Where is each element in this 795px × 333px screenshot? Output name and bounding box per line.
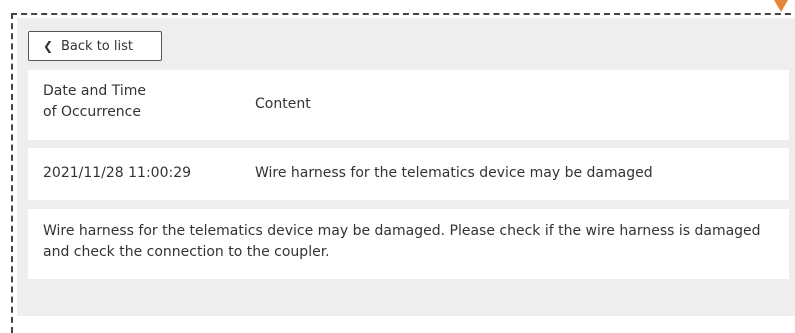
detail-description-box: Wire harness for the telematics device m… bbox=[28, 209, 789, 279]
back-button-label: Back to list bbox=[61, 38, 133, 54]
header-date-line-1: Date and Time bbox=[43, 83, 146, 99]
header-content: Content bbox=[255, 96, 311, 112]
triangle-down-icon bbox=[774, 0, 788, 12]
entry-content: Wire harness for the telematics device m… bbox=[255, 165, 653, 181]
back-to-list-button[interactable]: ❮ Back to list bbox=[28, 31, 162, 61]
detail-description-text: Wire harness for the telematics device m… bbox=[43, 223, 761, 260]
entry-datetime: 2021/11/28 11:00:29 bbox=[43, 165, 192, 181]
header-date-time: Date and Time of Occurrence bbox=[43, 81, 243, 123]
table-row: 2021/11/28 11:00:29 Wire harness for the… bbox=[28, 148, 789, 200]
table-header-row: Date and Time of Occurrence Content bbox=[28, 70, 789, 140]
header-date-line-2: of Occurrence bbox=[43, 104, 141, 120]
chevron-left-icon: ❮ bbox=[43, 39, 54, 53]
